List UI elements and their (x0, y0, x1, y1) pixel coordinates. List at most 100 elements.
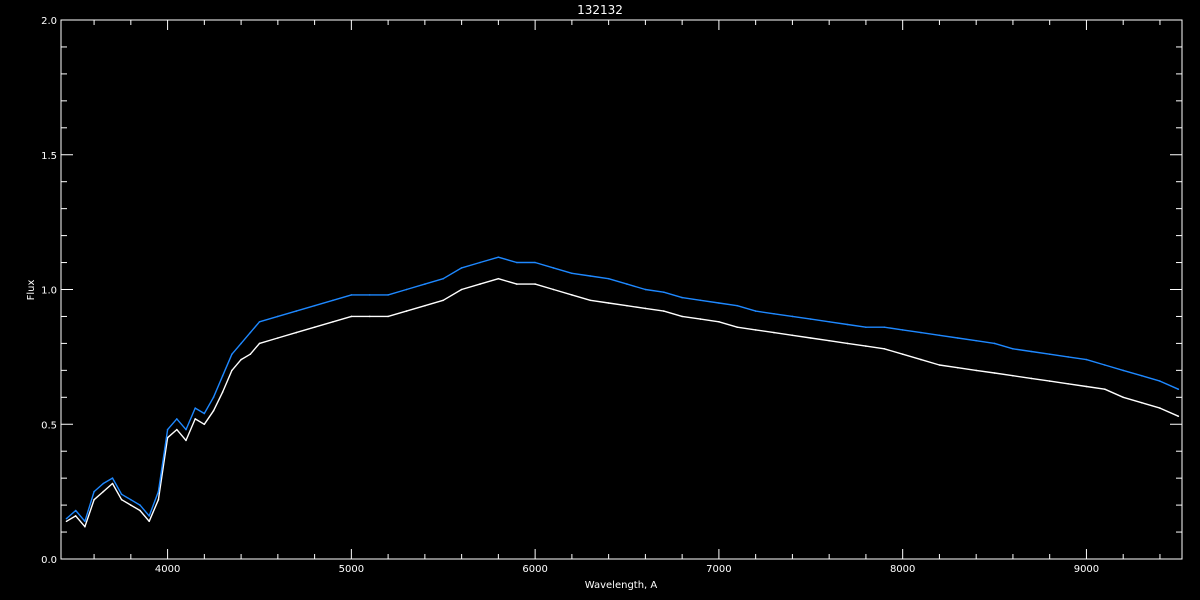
series-1-point (130, 504, 132, 506)
series-1-point (350, 315, 353, 318)
series-1-point (157, 498, 160, 501)
series-2-point (231, 353, 233, 356)
series-2-point (607, 277, 610, 280)
series-1-point (405, 310, 408, 312)
series-1-point (938, 364, 941, 366)
series-1-point (736, 326, 739, 329)
series-1-point (1012, 374, 1014, 377)
plot-area (65, 256, 1180, 528)
series-1-point (332, 321, 334, 323)
series-2-point (295, 310, 298, 312)
series-2-point (65, 517, 68, 520)
series-1-point (773, 331, 775, 334)
series-2-point (102, 482, 105, 485)
series-1-point (828, 339, 830, 342)
series-2-point (424, 283, 426, 285)
y-axis-label: Flux (26, 280, 37, 301)
series-1-point (1122, 396, 1124, 399)
series-2-point (938, 334, 941, 337)
series-1-point (846, 342, 849, 345)
y-tick-label: 0.0 (41, 555, 57, 566)
series-2-point (111, 477, 114, 479)
series-2-point (1140, 374, 1143, 377)
series-2-point (1030, 350, 1033, 353)
series-1-point (176, 428, 178, 431)
series-2-point (258, 321, 261, 323)
series-1-point (387, 315, 389, 318)
series-2-point (332, 299, 334, 302)
series-2-point (442, 277, 445, 280)
series-2-point (901, 329, 904, 331)
series-1-point (993, 372, 996, 374)
series-1-point (277, 337, 279, 339)
series-2-point (993, 342, 996, 345)
series-2-point (552, 267, 555, 269)
series-2-point (203, 412, 206, 415)
series-2-point (240, 342, 242, 345)
series-1-point (258, 342, 261, 345)
series-2-point (221, 374, 224, 377)
series-1-point (699, 318, 702, 320)
series-1-point (1140, 401, 1143, 404)
series-2-point (883, 326, 886, 329)
series-2-point (166, 428, 169, 431)
series-2-point (1085, 358, 1088, 361)
series-1-point (718, 321, 720, 323)
series-1-point (589, 299, 592, 302)
y-tick-label: 0.5 (41, 420, 57, 431)
series-2-point (212, 396, 215, 399)
series-2-point (313, 304, 316, 307)
series-1-point (681, 315, 683, 318)
spectrum-chart: 132132 4000 5000 6000 7000 8000 9000 0.0 0.5 1.0… (0, 0, 1200, 600)
y-tick-label: 2.0 (41, 16, 57, 27)
series-1-point (883, 348, 886, 350)
y-tick-label: 1.0 (41, 286, 57, 297)
series-1-point (920, 358, 922, 361)
series-2-point (516, 261, 518, 264)
series-1-point (791, 334, 794, 337)
series-2-point (157, 490, 160, 493)
series-1-point (139, 509, 141, 512)
series-1-point (148, 520, 150, 523)
series-1-point (84, 525, 86, 528)
series-1-point (479, 283, 481, 285)
series-2-point (497, 256, 500, 259)
series-2-point (1048, 353, 1051, 356)
series-2-point (1067, 356, 1069, 358)
series-2-point (681, 296, 683, 299)
series-1-point (221, 391, 224, 393)
series-2-point (846, 323, 849, 326)
series-1-point (102, 490, 105, 493)
series-2-point (74, 509, 77, 512)
series-2-point (176, 418, 178, 420)
series-1-point (957, 366, 959, 369)
series-2-point (460, 267, 463, 269)
series-1-point (111, 482, 114, 485)
series-2-point (828, 321, 830, 323)
series-2-point (84, 520, 86, 523)
series-2-point (148, 515, 150, 517)
series-1-point (442, 299, 445, 302)
series-2-point (249, 331, 252, 334)
series-2-point (699, 299, 702, 302)
x-tick-label: 6000 (522, 564, 547, 575)
series-1-point (120, 498, 123, 501)
series-2-point (644, 288, 647, 291)
series-1-point (516, 283, 518, 285)
series-2-point (387, 294, 389, 296)
series-2-point (920, 331, 922, 334)
series-1-point (497, 277, 500, 280)
series-1-point (460, 288, 463, 291)
series-2-point (405, 288, 408, 291)
plot-frame (60, 19, 1183, 560)
series-2-point (571, 272, 573, 275)
series-2-point (810, 318, 812, 320)
series-1-point (74, 515, 77, 517)
series-2-point (350, 294, 353, 296)
series-2-point (754, 310, 757, 312)
chart-svg: 132132 4000 5000 6000 7000 8000 9000 0.0 0.5 1.0… (26, 3, 1183, 591)
x-tick-label: 4000 (155, 564, 180, 575)
series-1-point (203, 423, 206, 426)
series-2-point (479, 261, 481, 264)
series-2-point (194, 407, 196, 409)
